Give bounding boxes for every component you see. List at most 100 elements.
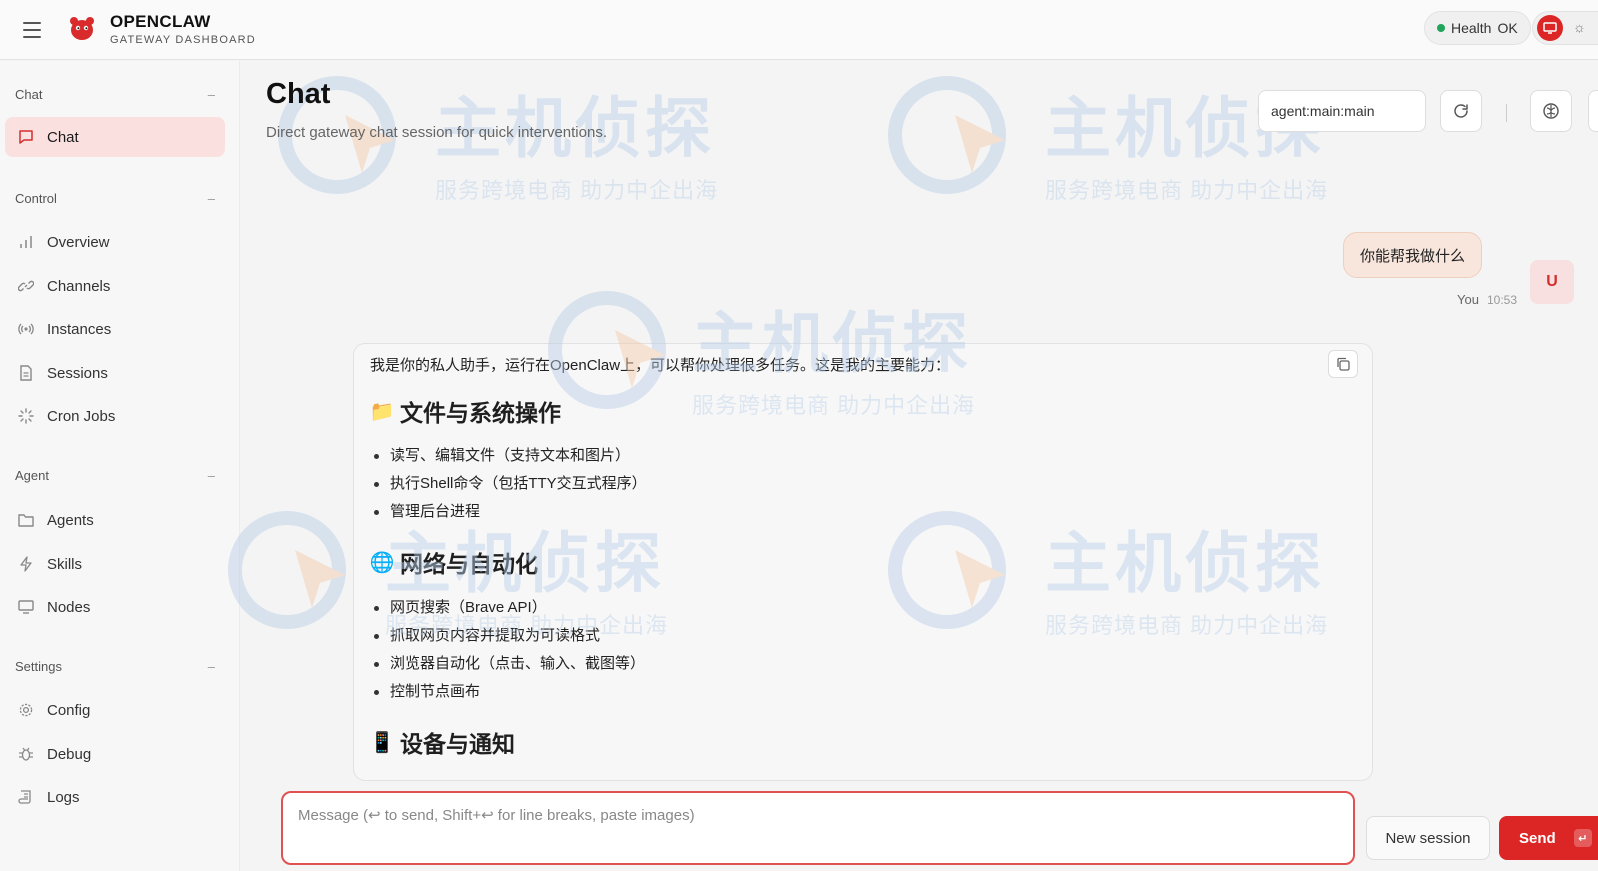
sidebar-item-skills[interactable]: Skills xyxy=(5,544,225,584)
section-heading: 🌐 网络与自动化 xyxy=(370,545,538,579)
sidebar-item-config[interactable]: Config xyxy=(5,690,225,730)
toolbar-divider xyxy=(1506,104,1507,122)
collapse-icon[interactable]: – xyxy=(208,659,215,674)
sidebar-group-title: Control xyxy=(15,191,57,206)
message-composer[interactable] xyxy=(281,791,1355,865)
sidebar-group-agent[interactable]: Agent – xyxy=(15,468,215,483)
watermark-subtext: 服务跨境电商 助力中企出海 xyxy=(1045,178,1329,203)
section-list: 网页搜索（Brave API） 抓取网页内容并提取为可读格式 浏览器自动化（点击… xyxy=(372,594,645,706)
sidebar-item-logs[interactable]: Logs xyxy=(5,777,225,817)
sidebar-item-overview[interactable]: Overview xyxy=(5,222,225,262)
collapse-icon[interactable]: – xyxy=(208,191,215,206)
folder-emoji-icon: 📁 xyxy=(369,400,395,423)
sidebar-group-title: Chat xyxy=(15,87,43,102)
phone-emoji-icon: 📱 xyxy=(369,731,395,754)
bug-icon xyxy=(17,745,35,763)
avatar: U xyxy=(1530,260,1574,304)
copy-icon xyxy=(1337,357,1350,371)
section-heading-text: 网络与自动化 xyxy=(400,551,538,577)
hamburger-menu-icon[interactable] xyxy=(18,16,46,44)
refresh-icon xyxy=(1454,104,1468,118)
list-item: 控制节点画布 xyxy=(372,678,645,706)
sidebar: Chat – Chat Control – Overview Channels … xyxy=(0,61,240,871)
collapse-icon[interactable]: – xyxy=(208,87,215,102)
link-icon xyxy=(17,277,35,295)
sidebar-item-label: Sessions xyxy=(47,364,108,382)
sidebar-item-cron-jobs[interactable]: Cron Jobs xyxy=(5,396,225,436)
sidebar-item-label: Debug xyxy=(47,745,92,763)
sidebar-group-control[interactable]: Control – xyxy=(15,191,215,206)
refresh-button[interactable] xyxy=(1440,90,1482,132)
watermark-globe-icon xyxy=(228,511,346,629)
bar-chart-icon xyxy=(17,233,35,251)
sidebar-item-debug[interactable]: Debug xyxy=(5,734,225,774)
section-heading-text: 文件与系统操作 xyxy=(400,400,561,426)
sidebar-item-sessions[interactable]: Sessions xyxy=(5,353,225,393)
page-subtitle: Direct gateway chat session for quick in… xyxy=(266,124,607,141)
sidebar-item-nodes[interactable]: Nodes xyxy=(5,587,225,627)
sidebar-item-label: Overview xyxy=(47,233,110,251)
sidebar-item-label: Chat xyxy=(47,128,79,146)
scroll-icon xyxy=(17,788,35,806)
page-title: Chat xyxy=(266,78,331,110)
health-value: OK xyxy=(1497,20,1518,36)
lightning-icon xyxy=(17,555,35,573)
sidebar-item-label: Nodes xyxy=(47,598,91,616)
list-item: 执行Shell命令（包括TTY交互式程序） xyxy=(372,470,647,498)
message-author: You xyxy=(1457,292,1479,307)
brand-subtitle: GATEWAY DASHBOARD xyxy=(110,34,256,46)
health-status-dot xyxy=(1437,24,1445,32)
brand-name: OPENCLAW xyxy=(110,12,211,31)
more-button[interactable] xyxy=(1588,90,1598,132)
sidebar-item-instances[interactable]: Instances xyxy=(5,309,225,349)
sidebar-group-settings[interactable]: Settings – xyxy=(15,659,215,674)
folder-icon xyxy=(17,511,35,529)
watermark-subtext: 服务跨境电商 助力中企出海 xyxy=(435,178,719,203)
send-button[interactable]: Send ↵ xyxy=(1499,816,1598,860)
loader-icon xyxy=(17,407,35,425)
sidebar-item-label: Instances xyxy=(47,320,112,338)
section-heading: 📱 设备与通知 xyxy=(370,725,515,759)
section-heading-text: 设备与通知 xyxy=(400,731,515,757)
sidebar-group-chat[interactable]: Chat – xyxy=(15,87,215,102)
monitor-mode-icon[interactable] xyxy=(1537,15,1563,41)
sidebar-item-label: Logs xyxy=(47,788,80,806)
health-status-pill: Health OK xyxy=(1424,11,1531,45)
list-item: 读写、编辑文件（支持文本和图片） xyxy=(372,442,647,470)
monitor-icon xyxy=(17,598,35,616)
session-key-selector[interactable]: agent:main:main xyxy=(1258,90,1426,132)
watermark-globe-icon xyxy=(888,76,1006,194)
sidebar-item-label: Config xyxy=(47,701,91,719)
broadcast-icon xyxy=(17,320,35,338)
message-timestamp: 10:53 xyxy=(1486,293,1517,307)
thinking-toggle-button[interactable] xyxy=(1530,90,1572,132)
gear-icon xyxy=(17,701,35,719)
brain-icon xyxy=(1543,103,1559,119)
list-item: 网页搜索（Brave API） xyxy=(372,594,645,622)
globe-emoji-icon: 🌐 xyxy=(369,551,395,574)
sidebar-group-title: Settings xyxy=(15,659,62,674)
message-input[interactable] xyxy=(298,807,1338,824)
sidebar-item-label: Cron Jobs xyxy=(47,407,116,425)
sidebar-group-title: Agent xyxy=(15,468,49,483)
sun-icon[interactable]: ☼ xyxy=(1573,19,1586,35)
sidebar-item-agents[interactable]: Agents xyxy=(5,500,225,540)
section-heading: 📁 文件与系统操作 xyxy=(370,394,561,428)
section-list: 读写、编辑文件（支持文本和图片） 执行Shell命令（包括TTY交互式程序） 管… xyxy=(372,442,647,526)
document-icon xyxy=(17,364,35,382)
send-button-label: Send xyxy=(1519,829,1556,847)
sidebar-item-channels[interactable]: Channels xyxy=(5,266,225,306)
copy-button[interactable] xyxy=(1328,350,1358,378)
theme-toggle[interactable]: ☼ xyxy=(1532,11,1598,45)
top-bar: OPENCLAW GATEWAY DASHBOARD Health OK ☼ xyxy=(0,0,1598,60)
new-session-button[interactable]: New session xyxy=(1366,816,1490,860)
enter-key-icon: ↵ xyxy=(1573,829,1592,847)
assistant-message-card: 我是你的私人助手，运行在OpenClaw上，可以帮你处理很多任务。这是我的主要能… xyxy=(353,343,1373,781)
sidebar-item-chat[interactable]: Chat xyxy=(5,117,225,157)
assistant-intro-text: 我是你的私人助手，运行在OpenClaw上，可以帮你处理很多任务。这是我的主要能… xyxy=(370,357,951,374)
sidebar-item-label: Channels xyxy=(47,277,111,295)
brand: OPENCLAW GATEWAY DASHBOARD xyxy=(110,12,256,47)
list-item: 抓取网页内容并提取为可读格式 xyxy=(372,622,645,650)
collapse-icon[interactable]: – xyxy=(208,468,215,483)
watermark-text: 主机侦探 xyxy=(435,91,715,165)
